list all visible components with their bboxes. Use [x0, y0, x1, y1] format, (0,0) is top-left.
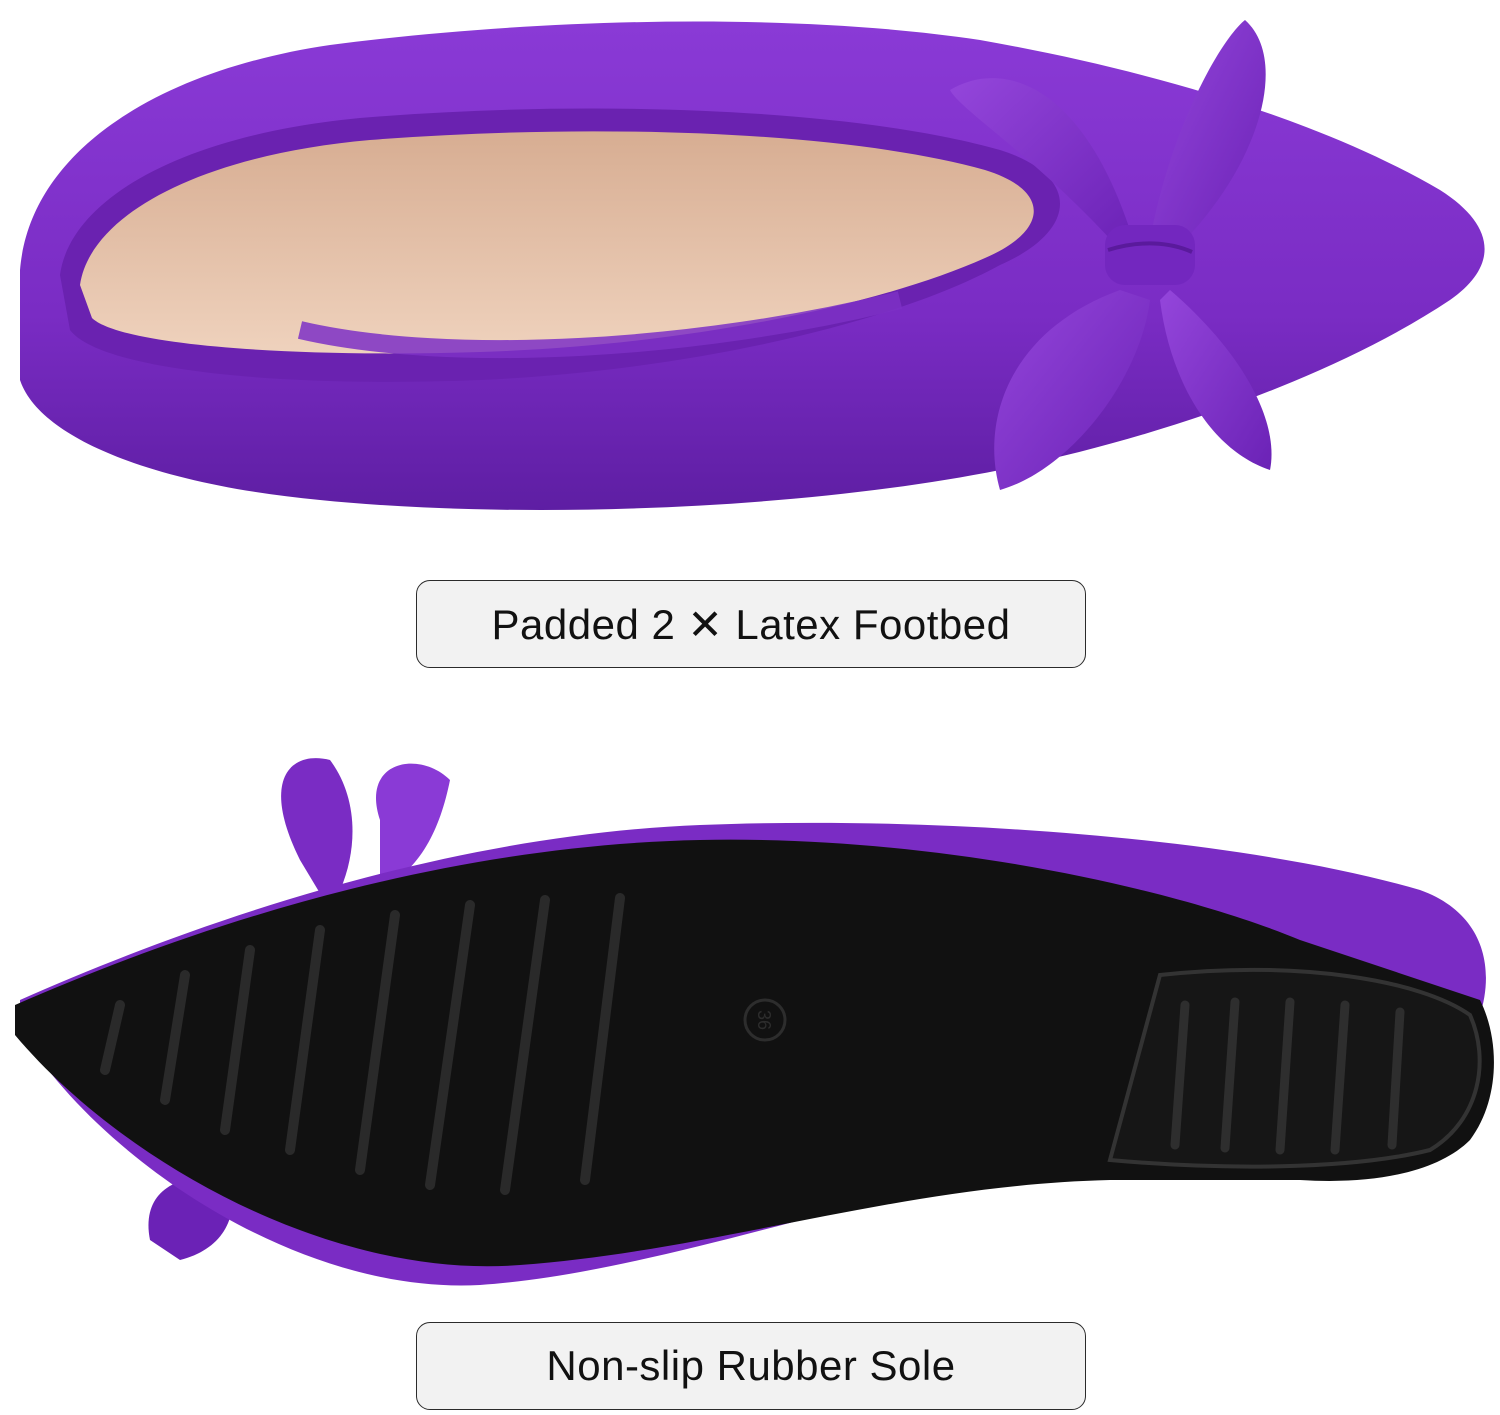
sole-caption: Non-slip Rubber Sole: [416, 1322, 1086, 1410]
shoe-top-view-photo: [20, 20, 1485, 510]
footbed-caption: Padded 2 ✕ Latex Footbed: [416, 580, 1086, 668]
size-marking: 36: [754, 1010, 774, 1030]
heel-pad: [1107, 967, 1482, 1169]
shoe-sole-view-photo: 36: [15, 758, 1494, 1286]
